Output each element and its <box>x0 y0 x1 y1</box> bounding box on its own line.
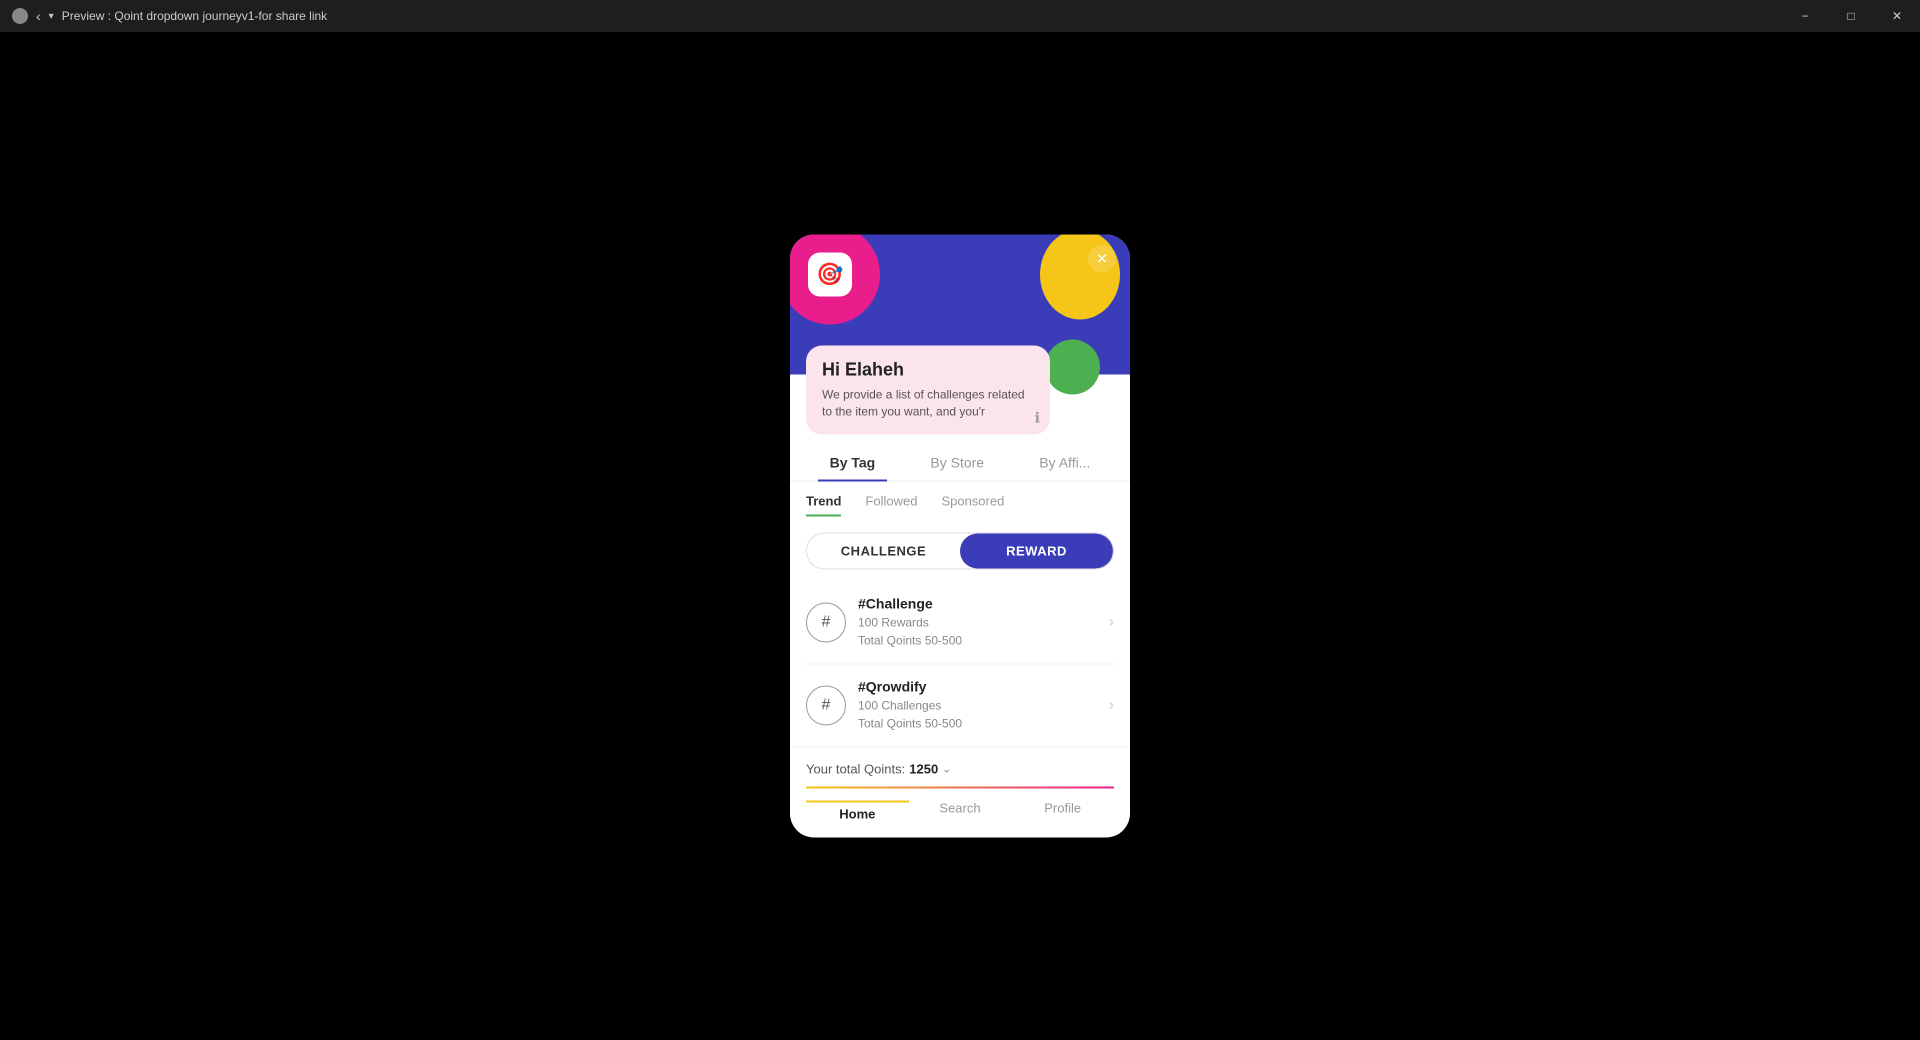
app-icon <box>12 8 28 24</box>
subtab-followed[interactable]: Followed <box>865 494 917 517</box>
modal-close-button[interactable]: ✕ <box>1088 245 1116 273</box>
nav-search[interactable]: Search <box>909 801 1012 822</box>
nav-dropdown-icon[interactable]: ▾ <box>49 11 54 22</box>
sub-tabs: Trend Followed Sponsored <box>790 482 1130 517</box>
nav-home[interactable]: Home <box>806 801 909 822</box>
subtab-trend[interactable]: Trend <box>806 494 841 517</box>
card-header: 🎯 ✕ Hi Elaheh We provide a list of chall… <box>790 235 1130 375</box>
tab-by-store[interactable]: By Store <box>918 445 996 481</box>
tab-by-tag[interactable]: By Tag <box>818 445 888 481</box>
challenge-item-title: #Challenge <box>858 596 1109 612</box>
challenge-toggle-button[interactable]: CHALLENGE <box>807 534 960 569</box>
hashtag-icon-qrowdify: # <box>806 686 846 726</box>
qoints-value: 1250 <box>909 762 938 777</box>
qrowdify-item-info: #Qrowdify 100 Challenges Total Qoints 50… <box>858 679 1109 733</box>
minimize-button[interactable]: − <box>1782 0 1828 32</box>
toggle-group: CHALLENGE REWARD <box>806 533 1114 570</box>
title-bar-text: Preview : Qoint dropdown journeyv1-for s… <box>62 9 327 23</box>
main-tabs: By Tag By Store By Affi... <box>790 445 1130 482</box>
list-item[interactable]: # #Challenge 100 Rewards Total Qoints 50… <box>806 582 1114 665</box>
qrowdify-item-title: #Qrowdify <box>858 679 1109 695</box>
app-logo: 🎯 <box>808 253 852 297</box>
reward-toggle-button[interactable]: REWARD <box>960 534 1113 569</box>
tab-by-affiliate[interactable]: By Affi... <box>1027 445 1102 481</box>
challenge-item-subtitle: 100 Rewards Total Qoints 50-500 <box>858 614 1109 650</box>
welcome-greeting: Hi Elaheh <box>822 360 1034 381</box>
tag-list: # #Challenge 100 Rewards Total Qoints 50… <box>790 582 1130 747</box>
bottom-nav: Home Search Profile <box>790 789 1130 838</box>
hashtag-icon-challenge: # <box>806 603 846 643</box>
nav-back-icon[interactable]: ‹ <box>36 8 41 24</box>
green-blob-decoration <box>1045 340 1100 395</box>
chevron-right-icon: › <box>1109 697 1114 715</box>
list-item[interactable]: # #Qrowdify 100 Challenges Total Qoints … <box>806 665 1114 747</box>
close-icon: ✕ <box>1096 250 1108 267</box>
window-controls: − □ ✕ <box>1782 0 1920 32</box>
challenge-item-info: #Challenge 100 Rewards Total Qoints 50-5… <box>858 596 1109 650</box>
modal-card: 🎯 ✕ Hi Elaheh We provide a list of chall… <box>790 235 1130 838</box>
welcome-description: We provide a list of challenges related … <box>822 387 1034 421</box>
qoints-dropdown-icon[interactable]: ⌄ <box>942 763 951 776</box>
nav-profile[interactable]: Profile <box>1011 801 1114 822</box>
close-button[interactable]: ✕ <box>1874 0 1920 32</box>
welcome-banner: Hi Elaheh We provide a list of challenge… <box>806 346 1050 435</box>
total-qoints-row: Your total Qoints: 1250 ⌄ <box>790 747 1130 787</box>
qoints-label: Your total Qoints: <box>806 762 905 777</box>
title-bar: ‹ ▾ Preview : Qoint dropdown journeyv1-f… <box>0 0 1920 32</box>
logo-emoji: 🎯 <box>816 262 843 288</box>
info-icon[interactable]: ℹ <box>1035 410 1040 427</box>
subtab-sponsored[interactable]: Sponsored <box>941 494 1004 517</box>
chevron-right-icon: › <box>1109 614 1114 632</box>
qrowdify-item-subtitle: 100 Challenges Total Qoints 50-500 <box>858 697 1109 733</box>
maximize-button[interactable]: □ <box>1828 0 1874 32</box>
